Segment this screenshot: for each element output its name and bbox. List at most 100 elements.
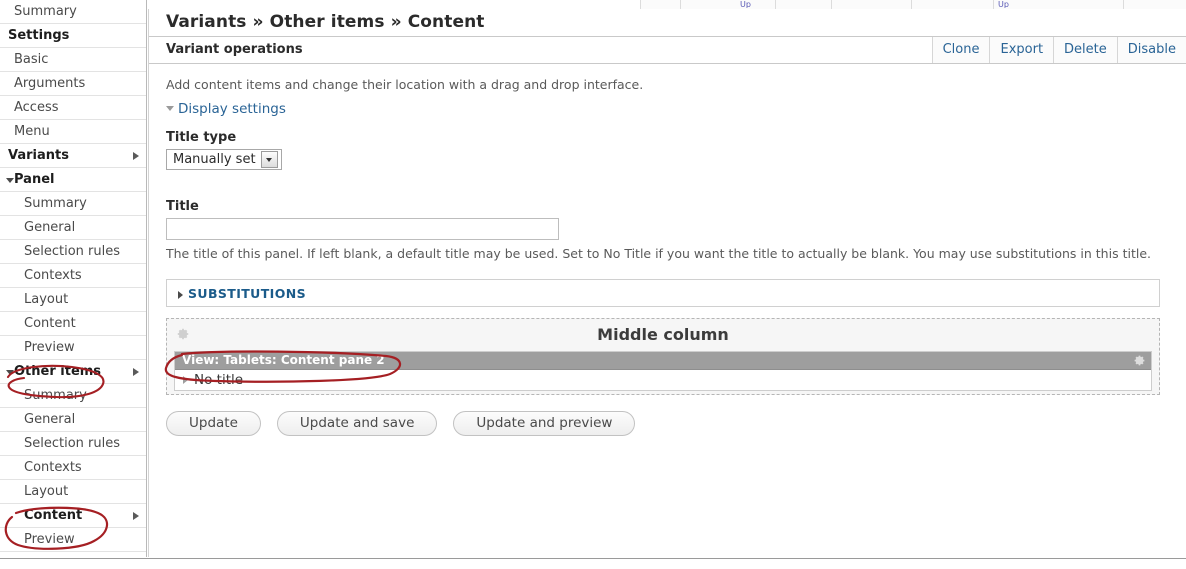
- sidebar-item-label: Selection rules: [24, 436, 121, 451]
- variant-operations-bar: Variant operations Clone Export Delete D…: [149, 37, 1186, 64]
- sidebar-item-basic[interactable]: Basic: [0, 48, 146, 72]
- sidebar-item-label: Summary: [14, 4, 77, 19]
- sidebar-item-label: Content: [24, 316, 76, 331]
- triangle-right-icon: [183, 375, 188, 384]
- main-content-area: Variants » Other items » Content Variant…: [148, 9, 1186, 557]
- sidebar-item-contexts[interactable]: Contexts: [0, 456, 146, 480]
- delete-link[interactable]: Delete: [1053, 37, 1117, 63]
- sidebar-item-summary[interactable]: Summary: [0, 192, 146, 216]
- sidebar-item-selection-rules[interactable]: Selection rules: [0, 432, 146, 456]
- form-body: Add content items and change their locat…: [149, 64, 1186, 436]
- cutoff-text-fragment: Up: [998, 1, 1009, 8]
- content-pane-header[interactable]: View: Tablets: Content pane 2: [175, 352, 1151, 370]
- region-title: Middle column: [597, 325, 729, 344]
- sidebar-item-label: Contexts: [24, 460, 82, 475]
- sidebar-item-settings[interactable]: Settings: [0, 24, 146, 48]
- title-type-select[interactable]: Manually set: [166, 149, 282, 170]
- sidebar-item-label: Preview: [24, 340, 75, 355]
- sidebar-item-layout[interactable]: Layout: [0, 480, 146, 504]
- cutoff-text-fragment: Up: [740, 1, 751, 8]
- substitutions-toggle[interactable]: SUBSTITUTIONS: [178, 280, 306, 307]
- sidebar-item-layout[interactable]: Layout: [0, 288, 146, 312]
- sidebar-item-label: Summary: [24, 196, 87, 211]
- update-and-save-button[interactable]: Update and save: [276, 411, 438, 436]
- chevron-down-icon[interactable]: [260, 151, 278, 168]
- disable-link[interactable]: Disable: [1116, 37, 1186, 63]
- triangle-right-icon: [178, 290, 183, 299]
- sidebar-item-other-items[interactable]: Other items: [0, 360, 146, 384]
- cutoff-cell: [775, 0, 832, 9]
- triangle-right-icon: [133, 152, 139, 160]
- sidebar-item-label: General: [24, 412, 76, 427]
- title-input[interactable]: [166, 218, 559, 240]
- title-type-label: Title type: [166, 130, 237, 145]
- cutoff-cell: [1123, 0, 1186, 9]
- export-link[interactable]: Export: [989, 37, 1054, 63]
- cutoff-cell: [680, 0, 776, 9]
- sidebar-item-label: Content: [24, 508, 83, 523]
- triangle-right-icon: [133, 512, 139, 520]
- display-settings-toggle[interactable]: Display settings: [166, 100, 1186, 118]
- sidebar-item-selection-rules[interactable]: Selection rules: [0, 240, 146, 264]
- page-title: Variants » Other items » Content: [149, 9, 1186, 37]
- sidebar-item-label: Other items: [14, 364, 102, 379]
- content-pane[interactable]: View: Tablets: Content pane 2 No title: [174, 351, 1152, 391]
- pane-body-label: No title: [194, 372, 244, 388]
- sidebar-item-summary[interactable]: Summary: [0, 384, 146, 408]
- title-label: Title: [166, 199, 199, 214]
- sidebar-item-label: Selection rules: [24, 244, 121, 259]
- sidebar-item-label: Layout: [24, 484, 69, 499]
- sidebar-item-access[interactable]: Access: [0, 96, 146, 120]
- variant-operations-title: Variant operations: [166, 42, 303, 57]
- cutoff-cell: [640, 0, 681, 9]
- sidebar-item-content[interactable]: Content: [0, 312, 146, 336]
- clone-link[interactable]: Clone: [931, 37, 990, 63]
- sidebar-item-label: Panel: [14, 172, 55, 187]
- update-button[interactable]: Update: [166, 411, 261, 436]
- sidebar-item-preview[interactable]: Preview: [0, 336, 146, 360]
- content-pane-body[interactable]: No title: [175, 370, 1151, 391]
- sidebar-item-label: Layout: [24, 292, 69, 307]
- sidebar-item-menu[interactable]: Menu: [0, 120, 146, 144]
- drag-drop-help-text: Add content items and change their locat…: [166, 77, 644, 92]
- pane-gear-icon[interactable]: [1133, 354, 1146, 367]
- cutoff-cell: [911, 0, 994, 9]
- cutoff-cell: [831, 0, 912, 9]
- sidebar-item-summary[interactable]: Summary: [0, 0, 146, 24]
- substitutions-panel[interactable]: SUBSTITUTIONS: [166, 279, 1160, 307]
- title-type-selected-value: Manually set: [173, 152, 256, 167]
- middle-column-region: Middle column View: Tablets: Content pan…: [166, 318, 1160, 395]
- triangle-right-icon: [133, 368, 139, 376]
- sidebar-item-label: Basic: [14, 52, 49, 67]
- variant-operations-links: Clone Export Delete Disable: [931, 37, 1186, 63]
- title-description: The title of this panel. If left blank, …: [166, 246, 1151, 261]
- sidebar-item-variants[interactable]: Variants: [0, 144, 146, 168]
- sidebar-item-label: Contexts: [24, 268, 82, 283]
- sidebar-item-panel[interactable]: Panel: [0, 168, 146, 192]
- sidebar-item-label: Menu: [14, 124, 50, 139]
- sidebar-item-label: Variants: [8, 148, 69, 163]
- sidebar-item-contexts[interactable]: Contexts: [0, 264, 146, 288]
- triangle-down-icon: [6, 370, 14, 375]
- sidebar-item-arguments[interactable]: Arguments: [0, 72, 146, 96]
- update-and-preview-button[interactable]: Update and preview: [453, 411, 636, 436]
- settings-sidebar: Summary Settings Basic Arguments Access Menu V…: [0, 0, 147, 557]
- sidebar-item-general[interactable]: General: [0, 216, 146, 240]
- content-pane-title: View: Tablets: Content pane 2: [182, 353, 385, 367]
- sidebar-item-label: Preview: [24, 532, 75, 547]
- triangle-down-icon: [166, 106, 174, 111]
- triangle-down-icon: [6, 178, 14, 183]
- form-actions: Update Update and save Update and previe…: [166, 411, 1186, 436]
- sidebar-item-preview[interactable]: Preview: [0, 528, 146, 552]
- cutoff-cell: [993, 0, 1124, 9]
- sidebar-item-label: Arguments: [14, 76, 86, 91]
- page-bottom-border: [0, 558, 1186, 560]
- sidebar-item-label: Access: [14, 100, 59, 115]
- sidebar-item-content[interactable]: Content: [0, 504, 146, 528]
- substitutions-label: SUBSTITUTIONS: [188, 286, 307, 301]
- sidebar-item-label: General: [24, 220, 76, 235]
- display-settings-label[interactable]: Display settings: [178, 101, 286, 117]
- region-gear-icon[interactable]: [176, 327, 190, 341]
- sidebar-item-general[interactable]: General: [0, 408, 146, 432]
- sidebar-item-label: Summary: [24, 388, 87, 403]
